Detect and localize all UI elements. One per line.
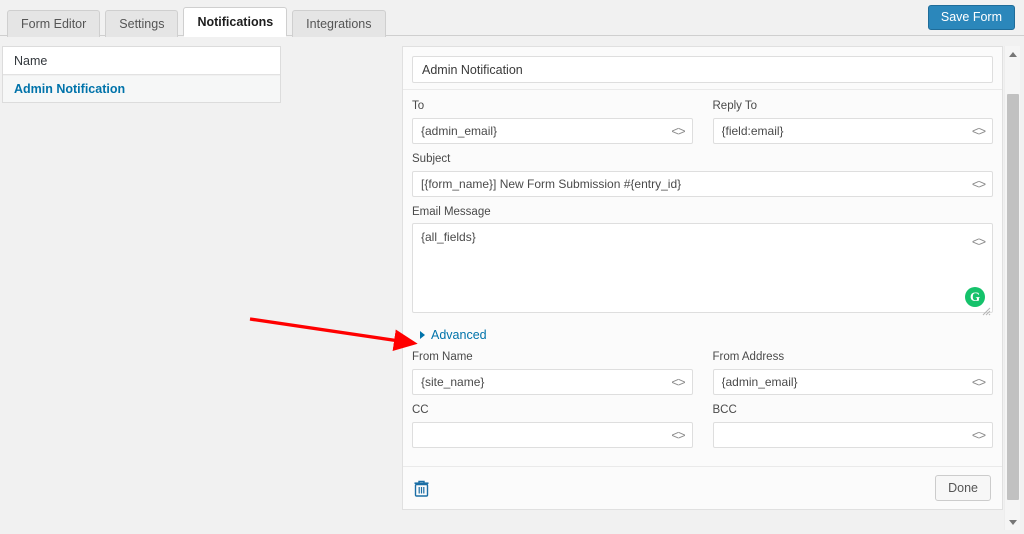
- tab-settings[interactable]: Settings: [105, 10, 179, 37]
- smart-tag-icon[interactable]: <>: [971, 124, 986, 137]
- trash-icon: [414, 480, 429, 497]
- save-form-label: Save Form: [940, 10, 1002, 25]
- row-to-replyto: To <> Reply To <>: [412, 100, 993, 153]
- bcc-input[interactable]: [712, 421, 993, 448]
- bcc-label: BCC: [712, 404, 737, 417]
- editor-header: [403, 47, 1002, 90]
- scroll-up-arrow-icon[interactable]: [1005, 46, 1021, 62]
- from-address-label: From Address: [712, 351, 785, 364]
- smart-tag-icon[interactable]: <>: [671, 428, 685, 441]
- tab-integrations[interactable]: Integrations: [292, 10, 386, 37]
- notification-list-panel: Name Admin Notification: [2, 46, 281, 103]
- page-root: Form Editor Settings Notifications Integ…: [0, 0, 1024, 534]
- field-email-message: Email Message <> G: [412, 206, 993, 319]
- from-address-input[interactable]: [712, 369, 993, 396]
- reply-to-input[interactable]: [712, 117, 993, 144]
- row-from: From Name <> From Address <>: [412, 351, 993, 404]
- subject-input[interactable]: [412, 170, 993, 197]
- list-item[interactable]: Admin Notification: [3, 75, 280, 102]
- from-name-input[interactable]: [412, 369, 693, 396]
- smart-tag-icon[interactable]: <>: [671, 376, 685, 389]
- smart-tag-icon[interactable]: <>: [971, 376, 986, 389]
- tab-form-editor[interactable]: Form Editor: [7, 10, 101, 37]
- chevron-right-icon: [420, 331, 425, 340]
- tab-label: Form Editor: [21, 16, 87, 31]
- to-input[interactable]: [412, 117, 693, 144]
- smart-tag-icon[interactable]: <>: [671, 124, 685, 137]
- reply-to-label: Reply To: [712, 100, 758, 112]
- subject-input-wrap: <>: [412, 170, 993, 197]
- tab-label: Notifications: [197, 14, 274, 29]
- tab-bar: Form Editor Settings Notifications Integ…: [0, 0, 1024, 37]
- advanced-toggle[interactable]: Advanced: [420, 327, 993, 343]
- email-message-label: Email Message: [412, 205, 491, 218]
- field-from-address: From Address <>: [712, 351, 993, 396]
- grammarly-letter: G: [969, 289, 981, 305]
- subject-label: Subject: [412, 152, 451, 165]
- column-header-name: Name: [14, 53, 48, 68]
- field-from-name: From Name <>: [412, 351, 693, 396]
- tab-label: Integrations: [306, 16, 372, 31]
- row-cc-bcc: CC <> BCC <>: [412, 404, 993, 457]
- field-cc: CC <>: [412, 404, 693, 448]
- cc-input[interactable]: [412, 421, 693, 448]
- tab-notifications[interactable]: Notifications: [183, 7, 288, 37]
- notification-item-link[interactable]: Admin Notification: [14, 82, 125, 96]
- smart-tag-icon[interactable]: <>: [971, 235, 986, 248]
- from-name-input-wrap: <>: [412, 369, 693, 396]
- save-form-button[interactable]: Save Form: [927, 5, 1015, 30]
- email-message-wrap: <> G: [412, 223, 993, 318]
- list-column-header: Name: [3, 47, 280, 75]
- to-input-wrap: <>: [412, 117, 693, 144]
- page-scrollbar[interactable]: [1004, 46, 1020, 530]
- scrollbar-thumb[interactable]: [1007, 94, 1019, 500]
- field-subject: Subject <>: [412, 153, 993, 197]
- to-label: To: [412, 100, 425, 112]
- from-address-input-wrap: <>: [712, 369, 993, 396]
- advanced-label[interactable]: Advanced: [431, 328, 487, 342]
- bcc-input-wrap: <>: [712, 421, 993, 448]
- done-label: Done: [948, 480, 978, 495]
- editor-body: To <> Reply To <> Subject: [403, 90, 1002, 457]
- reply-to-input-wrap: <>: [712, 117, 993, 144]
- field-bcc: BCC <>: [712, 404, 993, 448]
- tab-list: Form Editor Settings Notifications Integ…: [7, 4, 386, 37]
- delete-notification-button[interactable]: [414, 479, 430, 497]
- from-name-label: From Name: [412, 351, 473, 364]
- notification-name-input[interactable]: [412, 56, 993, 83]
- field-to: To <>: [412, 100, 693, 144]
- tab-label: Settings: [119, 16, 165, 31]
- email-message-textarea[interactable]: [412, 223, 993, 314]
- cc-input-wrap: <>: [412, 421, 693, 448]
- done-button[interactable]: Done: [935, 475, 991, 501]
- smart-tag-icon[interactable]: <>: [971, 428, 986, 441]
- scroll-down-arrow-icon[interactable]: [1005, 514, 1021, 530]
- editor-footer: Done: [403, 466, 1002, 509]
- smart-tag-icon[interactable]: <>: [971, 177, 986, 190]
- field-reply-to: Reply To <>: [712, 100, 993, 144]
- cc-label: CC: [412, 404, 429, 417]
- notification-editor-panel: To <> Reply To <> Subject: [402, 46, 1003, 510]
